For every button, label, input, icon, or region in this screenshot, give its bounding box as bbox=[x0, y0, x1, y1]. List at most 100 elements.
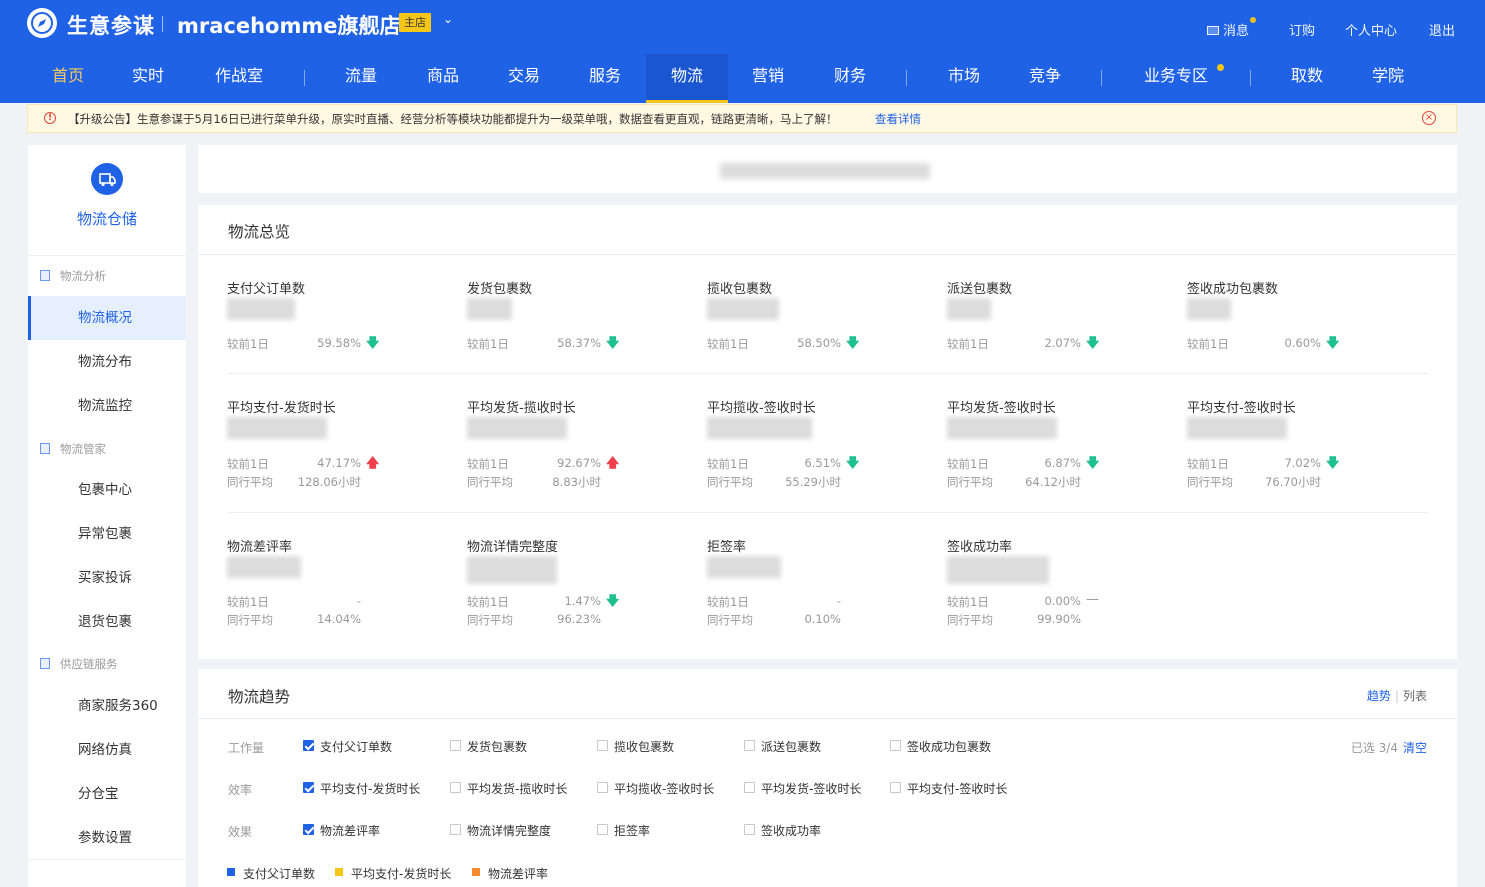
checkbox-rejection-rate[interactable]: 拒签率 bbox=[597, 822, 650, 839]
nav-data-fetch[interactable]: 取数 bbox=[1279, 54, 1335, 103]
metric-name: 支付父订单数 bbox=[227, 282, 306, 297]
nav-divider bbox=[1250, 70, 1251, 86]
nav-finance[interactable]: 财务 bbox=[822, 54, 878, 103]
peer-value: 96.23% bbox=[557, 612, 601, 626]
legend-item[interactable]: 支付父订单数 bbox=[227, 865, 316, 882]
sidebar-item-parameter-settings[interactable]: 参数设置 bbox=[28, 816, 186, 860]
message-dot bbox=[1250, 17, 1257, 23]
checkbox-avg-pay-to-sign[interactable]: 平均支付-签收时长 bbox=[890, 780, 1007, 797]
group-label: 物流分析 bbox=[60, 269, 106, 283]
sidebar-item-merchant-service-360[interactable]: 商家服务360 bbox=[28, 684, 186, 728]
sidebar-item-return-packages[interactable]: 退货包裹 bbox=[28, 600, 186, 644]
nav-transactions[interactable]: 交易 bbox=[496, 54, 552, 103]
compare-label: 较前1日 bbox=[707, 457, 749, 471]
checkbox-collected-packages[interactable]: 揽收包裹数 bbox=[597, 738, 675, 755]
checkbox-unchecked bbox=[450, 782, 461, 793]
checkbox-signed-packages[interactable]: 签收成功包裹数 bbox=[890, 738, 991, 755]
compare-value: - bbox=[356, 594, 361, 608]
arrow-down-icon: 🡇 bbox=[606, 336, 620, 351]
checkbox-shipped-packages[interactable]: 发货包裹数 bbox=[450, 738, 527, 755]
nav-logistics[interactable]: 物流 bbox=[646, 54, 728, 103]
metric-name: 物流差评率 bbox=[227, 540, 293, 555]
metric-collected-packages: 揽收包裹数 较前1日 58.50% 🡇 bbox=[707, 278, 917, 383]
notice-details-link[interactable]: 查看详情 bbox=[875, 111, 921, 127]
group-label: 物流管家 bbox=[60, 442, 106, 456]
checkbox-avg-ship-to-sign[interactable]: 平均发货-签收时长 bbox=[744, 780, 861, 797]
legend-label: 支付父订单数 bbox=[243, 867, 316, 881]
shop-dropdown-chevron-icon[interactable]: ⌄ bbox=[443, 12, 453, 26]
checkbox-label: 签收成功率 bbox=[761, 824, 822, 838]
tab-separator: | bbox=[1394, 689, 1399, 703]
metric-avg-ship-to-collect: 平均发货-揽收时长 较前1日 92.67% 🡅 同行平均 8.83小时 bbox=[467, 397, 677, 502]
checkbox-sign-success-rate[interactable]: 签收成功率 bbox=[744, 822, 822, 839]
checkbox-unchecked bbox=[597, 740, 608, 751]
blurred-metric-value bbox=[947, 556, 1049, 584]
sidebar-item-logistics-monitor[interactable]: 物流监控 bbox=[28, 384, 186, 428]
metric-rejection-rate: 拒签率 较前1日 - 同行平均 0.10% bbox=[707, 536, 917, 641]
checkbox-avg-ship-to-collect[interactable]: 平均发货-揽收时长 bbox=[450, 780, 567, 797]
legend-item[interactable]: 物流差评率 bbox=[472, 865, 548, 882]
checkbox-label: 派送包裹数 bbox=[761, 740, 822, 754]
blurred-metric-value bbox=[947, 298, 991, 320]
messages-link[interactable]: 消息 bbox=[1207, 17, 1257, 39]
tab-list[interactable]: 列表 bbox=[1403, 689, 1427, 703]
metric-delivered-packages: 派送包裹数 较前1日 2.07% 🡇 bbox=[947, 278, 1157, 383]
sidebar-title: 物流仓储 bbox=[76, 210, 137, 228]
checkbox-detail-completeness[interactable]: 物流详情完整度 bbox=[450, 822, 551, 839]
nav-academy[interactable]: 学院 bbox=[1360, 54, 1416, 103]
messages-label: 消息 bbox=[1223, 24, 1250, 39]
logout-link[interactable]: 退出 bbox=[1429, 20, 1455, 39]
sidebar-item-package-center[interactable]: 包裹中心 bbox=[28, 468, 186, 512]
blurred-metric-value bbox=[467, 417, 567, 439]
legend-item[interactable]: 平均支付-发货时长 bbox=[335, 865, 451, 882]
nav-products[interactable]: 商品 bbox=[415, 54, 471, 103]
metric-sign-success-rate: 签收成功率 较前1日 0.00% — 同行平均 99.90% bbox=[947, 536, 1157, 641]
header-divider bbox=[162, 16, 163, 32]
sidebar-group-supply-chain: 供应链服务 bbox=[40, 656, 118, 672]
nav-marketing[interactable]: 营销 bbox=[740, 54, 796, 103]
document-icon bbox=[40, 443, 50, 454]
compare-label: 较前1日 bbox=[947, 457, 989, 471]
row-divider bbox=[228, 373, 1428, 374]
personal-center-link[interactable]: 个人中心 bbox=[1345, 20, 1397, 39]
peer-value: 14.04% bbox=[317, 612, 361, 626]
checkbox-avg-pay-to-ship[interactable]: 平均支付-发货时长 bbox=[303, 780, 420, 797]
mail-icon bbox=[1207, 26, 1219, 35]
filter-label-effect: 效果 bbox=[228, 825, 253, 839]
checkbox-negative-review-rate[interactable]: 物流差评率 bbox=[303, 822, 380, 839]
blurred-metric-value bbox=[467, 298, 512, 320]
tab-trend[interactable]: 趋势 bbox=[1367, 689, 1391, 703]
blurred-metric-value bbox=[707, 556, 781, 578]
blurred-metric-value bbox=[227, 298, 295, 320]
checkbox-avg-collect-to-sign[interactable]: 平均揽收-签收时长 bbox=[597, 780, 714, 797]
clear-button[interactable]: 清空 bbox=[1403, 741, 1427, 755]
nav-service[interactable]: 服务 bbox=[577, 54, 633, 103]
selected-count: 已选 3/4 bbox=[1350, 741, 1398, 755]
checkbox-paid-orders[interactable]: 支付父订单数 bbox=[303, 738, 392, 755]
nav-traffic[interactable]: 流量 bbox=[333, 54, 389, 103]
checkbox-unchecked bbox=[890, 782, 901, 793]
nav-market[interactable]: 市场 bbox=[936, 54, 992, 103]
shop-name[interactable]: mracehomme旗舰店 bbox=[177, 10, 400, 40]
sidebar-item-logistics-distribution[interactable]: 物流分布 bbox=[28, 340, 186, 384]
close-icon[interactable]: × bbox=[1422, 111, 1436, 125]
sidebar-item-buyer-complaints[interactable]: 买家投诉 bbox=[28, 556, 186, 600]
nav-war-room[interactable]: 作战室 bbox=[205, 54, 273, 103]
sidebar-item-network-simulation[interactable]: 网络仿真 bbox=[28, 728, 186, 772]
subscribe-link[interactable]: 订购 bbox=[1289, 20, 1315, 39]
peer-label: 同行平均 bbox=[467, 475, 513, 489]
nav-realtime[interactable]: 实时 bbox=[120, 54, 176, 103]
nav-business-zone[interactable]: 业务专区 bbox=[1140, 54, 1212, 103]
view-switch: 趋势 | 列表 bbox=[1367, 687, 1427, 704]
sidebar-item-logistics-overview[interactable]: 物流概况 bbox=[28, 296, 186, 340]
nav-competition[interactable]: 竞争 bbox=[1017, 54, 1073, 103]
compare-value: 58.37% bbox=[557, 336, 601, 350]
sidebar-item-abnormal-packages[interactable]: 异常包裹 bbox=[28, 512, 186, 556]
nav-home[interactable]: 首页 bbox=[40, 54, 96, 103]
sidebar-item-warehouse-split[interactable]: 分仓宝 bbox=[28, 772, 186, 816]
sidebar-divider bbox=[28, 255, 186, 256]
checkbox-label: 揽收包裹数 bbox=[614, 740, 675, 754]
trend-title: 物流趋势 bbox=[228, 688, 291, 706]
compare-label: 较前1日 bbox=[947, 595, 989, 609]
checkbox-delivered-packages[interactable]: 派送包裹数 bbox=[744, 738, 822, 755]
